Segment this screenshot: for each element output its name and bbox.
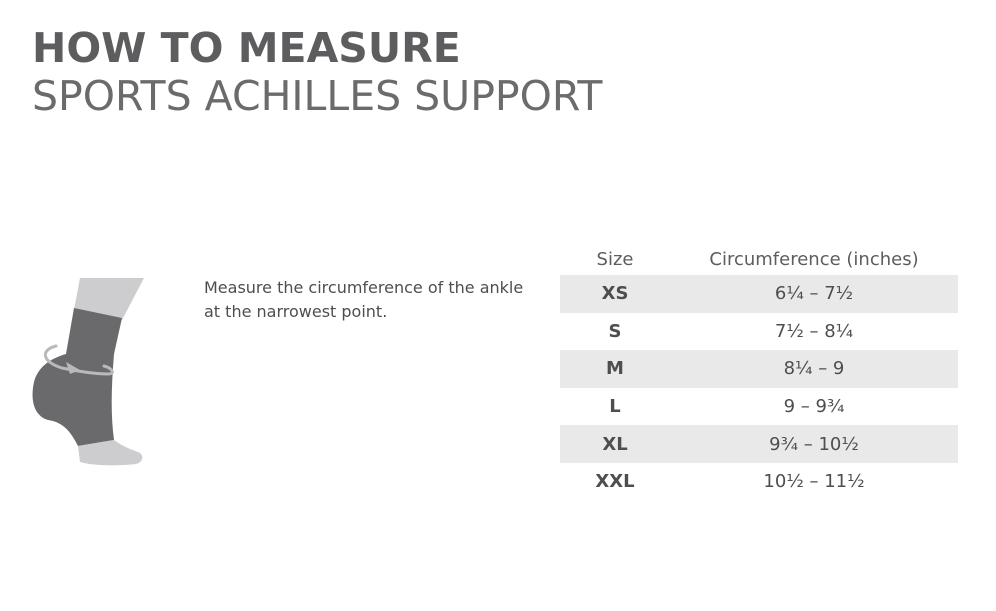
page-title: HOW TO MEASURE [32,24,461,72]
table-row: S 7½ – 8¼ [560,313,958,351]
size-cell: S [608,320,622,342]
table-row: M 8¼ – 9 [560,350,958,388]
table-row: L 9 – 9¾ [560,388,958,426]
product-subtitle: SPORTS ACHILLES SUPPORT [32,72,603,120]
table-row: XXL 10½ – 11½ [560,463,958,501]
size-cell: L [609,396,621,418]
circumference-cell: 9¾ – 10½ [670,425,958,463]
circumference-cell: 9 – 9¾ [783,396,845,418]
circumference-cell: 8¼ – 9 [670,350,958,388]
size-cell: M [560,350,670,388]
ankle-with-measure-arrow-icon [22,270,152,470]
circumference-cell: 6¼ – 7½ [670,275,958,313]
support-sleeve-shape [32,308,122,446]
circumference-column-header: Circumference (inches) [709,248,919,270]
circumference-cell: 10½ – 11½ [763,471,865,493]
size-cell: XXL [595,471,635,493]
table-header-row: Size Circumference (inches) [560,243,958,275]
size-column-header: Size [596,248,634,270]
measure-instruction: Measure the circumference of the ankle a… [204,278,524,321]
size-cell: XL [560,425,670,463]
size-cell: XS [560,275,670,313]
size-chart-table: Size Circumference (inches) XS 6¼ – 7½ S… [560,243,958,501]
table-row: XS 6¼ – 7½ [560,275,958,313]
table-row: XL 9¾ – 10½ [560,425,958,463]
circumference-cell: 7½ – 8¼ [774,320,854,342]
